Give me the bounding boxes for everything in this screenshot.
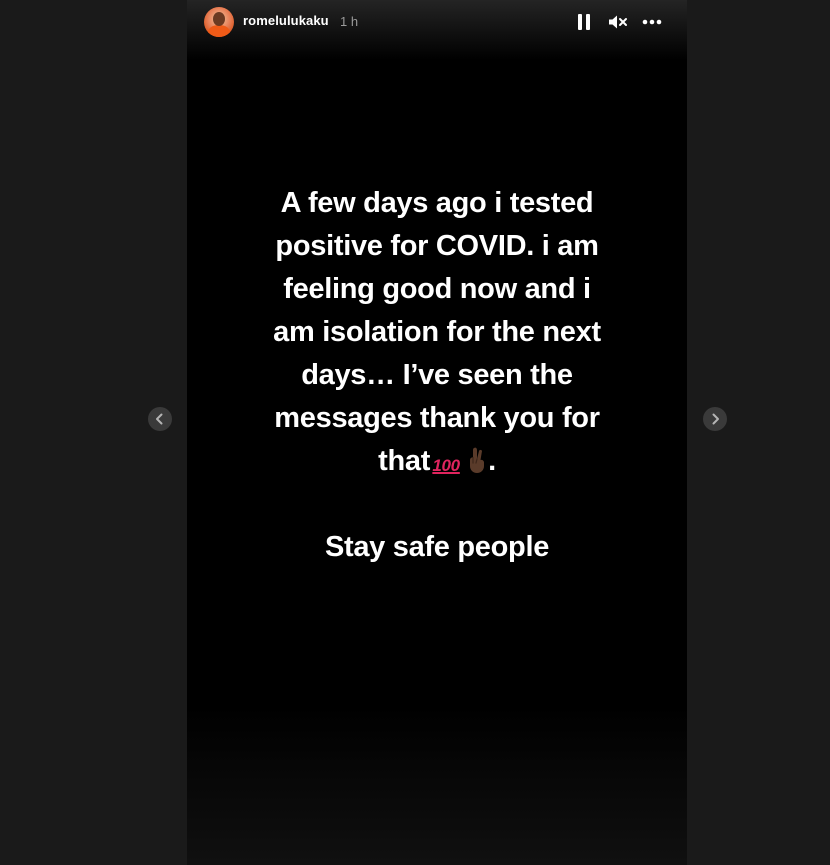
hundred-points-emoji: 100 [432, 456, 460, 475]
story-line: am isolation for the next [273, 316, 601, 348]
volume-muted-icon [609, 15, 627, 29]
next-story-button[interactable] [703, 407, 727, 431]
avatar[interactable] [204, 7, 234, 37]
chevron-right-icon [712, 413, 719, 425]
story-line: A few days ago i tested [280, 187, 594, 219]
pause-icon [578, 14, 590, 30]
story-header: romelulukaku 1 h [187, 0, 687, 60]
story-line: feeling good now and i [283, 273, 591, 305]
previous-story-button[interactable] [148, 407, 172, 431]
story-bottom-fade [187, 705, 687, 865]
story-line: positive for COVID. i am [275, 230, 599, 262]
more-options-button[interactable] [640, 10, 664, 34]
avatar-body [208, 25, 230, 37]
story-spacer [187, 483, 687, 526]
story-line-last-suffix: . [488, 445, 496, 477]
crossed-fingers-emoji [470, 447, 485, 473]
chevron-left-icon [156, 413, 163, 425]
story-line-last: that 100 . [187, 440, 687, 483]
pause-button[interactable] [572, 10, 596, 34]
story-viewer: romelulukaku 1 h A few days ago i tested… [0, 0, 830, 865]
avatar-face [213, 12, 225, 26]
story-closing: Stay safe people [324, 531, 550, 563]
username-link[interactable]: romelulukaku [243, 13, 329, 28]
story-message: A few days ago i tested positive for COV… [187, 182, 687, 569]
story-timestamp: 1 h [340, 14, 359, 29]
story-frame[interactable]: romelulukaku 1 h A few days ago i tested… [187, 0, 687, 865]
mute-button[interactable] [605, 10, 629, 34]
more-options-icon [642, 19, 662, 25]
story-line: days… I’ve seen the [301, 359, 573, 391]
story-line: messages thank you for [274, 402, 600, 434]
story-line-last-prefix: that [378, 445, 431, 477]
